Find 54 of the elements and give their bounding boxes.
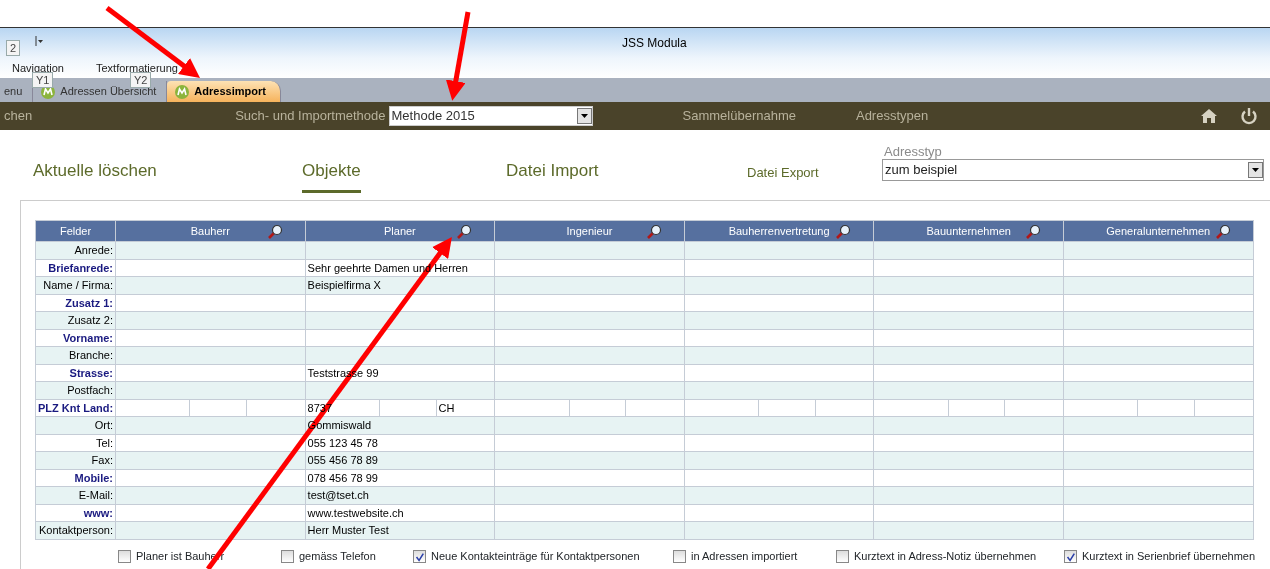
nav-link[interactable]: Sammelübernahme [682,106,796,126]
field-label: Briefanrede: [35,259,116,277]
search-icon[interactable] [266,224,283,240]
window-title: JSS Modula [622,35,687,52]
customize-toolbar-icon [35,36,43,46]
checkbox[interactable] [413,549,426,563]
column-header: Bauherr [115,220,306,242]
table-cell[interactable]: CH [438,401,455,414]
checkbox[interactable] [1064,549,1077,563]
field-label: Zusatz 1: [35,294,116,312]
column-header: Ingenieur [494,220,685,242]
power-icon [1240,107,1259,125]
section-tab[interactable]: Objekte [302,158,361,193]
address-type-label: Adresstyp [884,143,942,161]
nav-link[interactable]: Adresstypen [855,106,929,126]
field-label: Vorname: [35,329,116,347]
column-header: Bauunternehmen [873,220,1064,242]
keytip: Y1 [32,72,54,88]
search-icon[interactable] [456,224,473,240]
method-label: Such- und Importmethode [235,107,386,126]
dropdown-arrow-icon [580,114,588,118]
checkbox-option[interactable]: Kurztext in Serienbrief übernehmen [1064,548,1264,565]
field-label: www: [35,504,116,522]
checkbox[interactable] [118,549,131,563]
column-header: Planer [305,220,495,242]
address-type-dropdown[interactable]: zum beispiel [882,159,1264,181]
section-tab[interactable]: Aktuelle löschen [33,158,157,190]
search-icon[interactable] [1024,224,1041,240]
checkbox-option[interactable]: Kurztext in Adress-Notiz übernehmen [836,548,1064,565]
section-tab[interactable]: Datei Export [747,163,819,189]
dropdown-arrow-icon [1252,168,1259,172]
field-label: PLZ Knt Land: [35,399,116,417]
field-label: Mobile: [35,469,116,487]
keytip: 2 [6,40,21,56]
column-header: Bauherrenvertretung [684,220,874,242]
checkbox-option[interactable]: in Adressen importiert [673,548,836,565]
checkbox[interactable] [673,549,686,563]
checkbox[interactable] [281,549,294,563]
method-dropdown[interactable]: Methode 2015 [388,106,593,126]
checkbox-option[interactable]: Neue Kontakteinträge für Kontaktpersonen [413,548,673,565]
search-icon[interactable] [1214,224,1231,240]
field-label: Strasse: [35,364,116,382]
search-icon[interactable] [645,224,662,240]
document-tab[interactable]: Adressimport [167,81,281,102]
nav-link[interactable]: chen [4,106,33,126]
search-icon[interactable] [835,224,852,240]
column-header: Felder [35,220,116,242]
field-label: Tel: [35,434,116,452]
home-icon [1200,108,1219,124]
checkbox[interactable] [836,549,849,563]
section-tab[interactable]: Datei Import [506,158,599,190]
column-header: Generalunternehmen [1063,220,1254,242]
keytip: Y2 [130,72,152,88]
checkbox-option[interactable]: gemäss Telefon [281,548,413,565]
